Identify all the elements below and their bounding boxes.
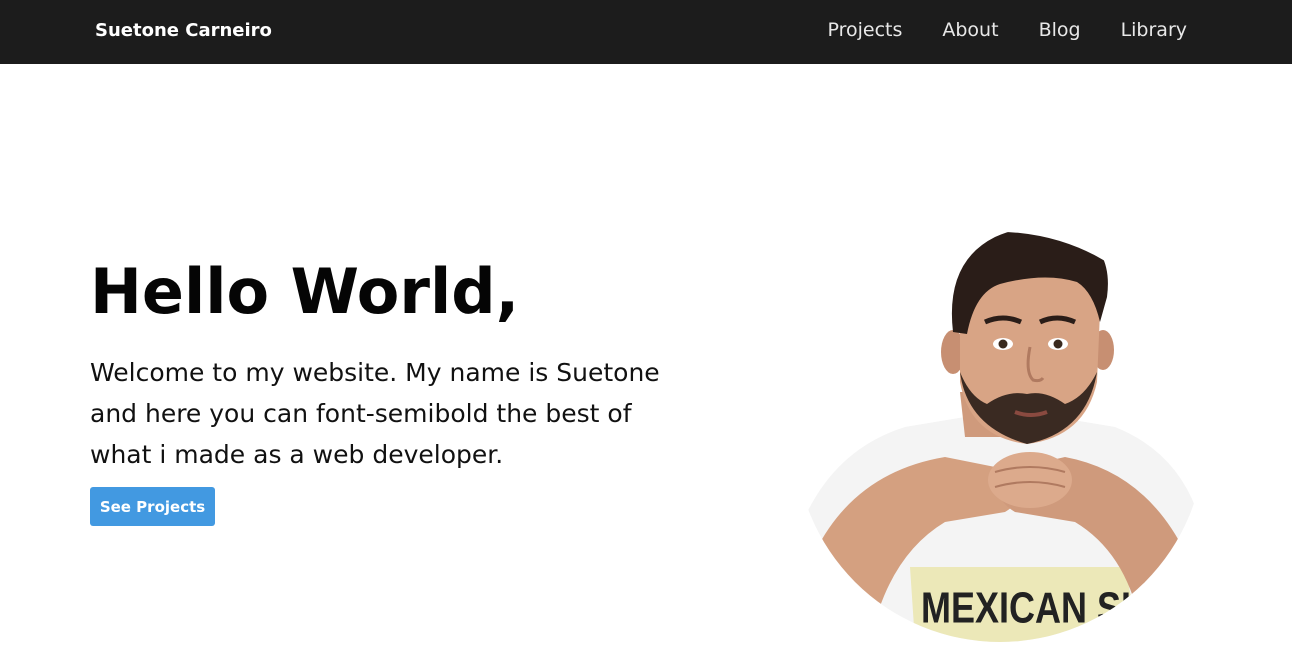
hero-title: Hello World, xyxy=(90,255,520,328)
profile-photo-illustration: MEXICAN SKULL xyxy=(795,232,1205,642)
nav-link-about[interactable]: About xyxy=(942,19,998,41)
hero-description: Welcome to my website. My name is Sueton… xyxy=(90,358,660,469)
see-projects-button[interactable]: See Projects xyxy=(90,487,215,526)
nav-link-library[interactable]: Library xyxy=(1121,19,1187,41)
shirt-graphic-text: MEXICAN SKULL xyxy=(921,583,1205,632)
profile-photo: MEXICAN SKULL xyxy=(795,232,1205,642)
navbar: Suetone Carneiro Projects About Blog Lib… xyxy=(0,0,1292,64)
nav-link-projects[interactable]: Projects xyxy=(827,19,902,41)
brand-logo[interactable]: Suetone Carneiro xyxy=(95,20,272,41)
nav-link-blog[interactable]: Blog xyxy=(1039,19,1081,41)
nav-links: Projects About Blog Library xyxy=(827,19,1187,41)
